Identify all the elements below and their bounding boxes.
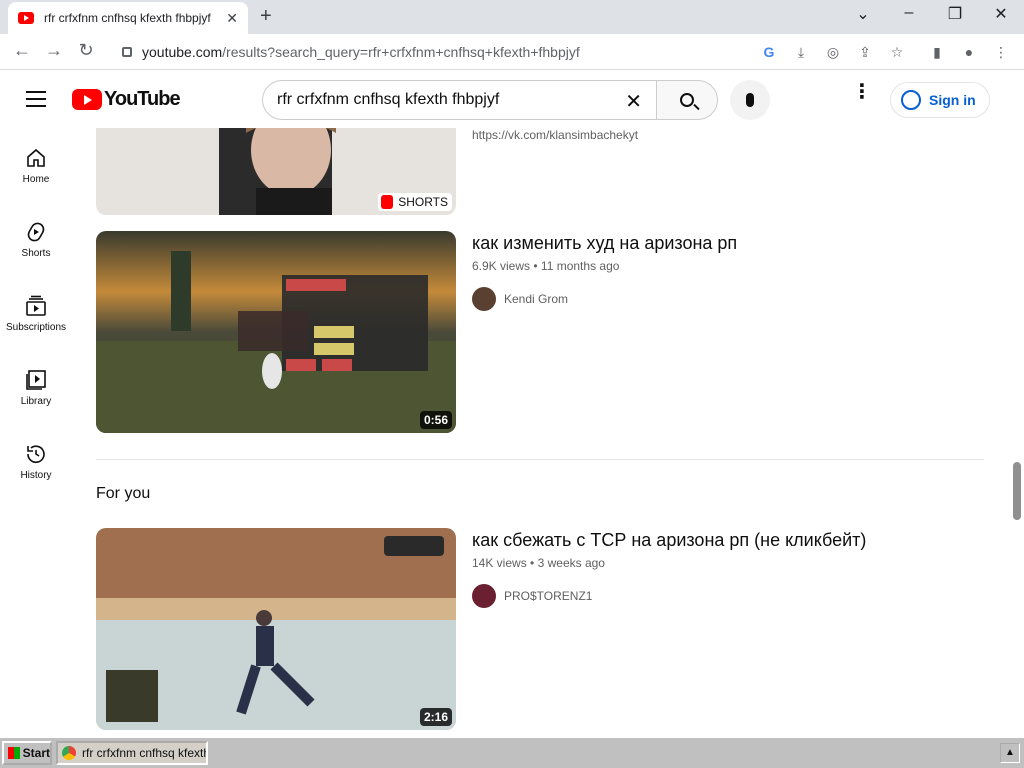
bookmark-star-icon[interactable]: ☆ bbox=[888, 43, 906, 61]
video-thumbnail-image bbox=[96, 231, 456, 433]
chrome-icon bbox=[62, 746, 76, 760]
windows-logo-icon bbox=[8, 747, 20, 759]
mini-guide-sidebar: Home Shorts Subscriptions Library Histor… bbox=[0, 128, 72, 736]
shorts-logo-icon bbox=[381, 195, 394, 209]
menu-icon[interactable] bbox=[26, 91, 46, 107]
search-results: SHORTS https://vk.com/klansimbachekyt 0:… bbox=[96, 128, 986, 736]
side-panel-icon[interactable]: ▮ bbox=[928, 43, 946, 61]
restore-icon[interactable]: ❐ bbox=[932, 4, 978, 24]
tray-arrow-icon[interactable]: ▲ bbox=[1000, 743, 1020, 763]
sidebar-item-label: Shorts bbox=[21, 248, 51, 259]
browser-toolbar: ← → ↻ youtube.com/results?search_query=r… bbox=[0, 34, 1024, 70]
channel-link[interactable]: Kendi Grom bbox=[472, 287, 568, 311]
browser-tab[interactable]: rfr crfxfnm cnfhsq kfexth fhbpjyf ✕ bbox=[8, 2, 248, 34]
shorts-icon bbox=[27, 222, 45, 242]
browser-titlebar: rfr crfxfnm cnfhsq kfexth fhbpjyf ✕ + ⌄ … bbox=[0, 0, 1024, 34]
video-age: 11 months ago bbox=[540, 259, 620, 273]
video-age: 3 weeks ago bbox=[537, 556, 605, 570]
sidebar-item-history[interactable]: History bbox=[0, 424, 72, 498]
video-thumbnail[interactable]: 0:56 bbox=[96, 231, 456, 433]
video-views: 6.9K views bbox=[472, 259, 531, 273]
channel-avatar bbox=[472, 287, 496, 311]
home-icon bbox=[27, 148, 45, 167]
search-icon bbox=[680, 93, 694, 107]
taskbar-window-chrome[interactable]: rfr crfxfnm cnfhsq kfexth... bbox=[56, 741, 208, 765]
reload-icon[interactable]: ↻ bbox=[74, 40, 98, 61]
google-icon[interactable]: G bbox=[760, 43, 778, 61]
taskbar-window-label: rfr crfxfnm cnfhsq kfexth... bbox=[82, 746, 208, 760]
video-duration: 0:56 bbox=[419, 411, 452, 429]
youtube-logo-icon bbox=[72, 89, 102, 110]
sidebar-item-home[interactable]: Home bbox=[0, 128, 72, 202]
close-window-icon[interactable]: ✕ bbox=[978, 4, 1024, 24]
sign-in-button[interactable]: Sign in bbox=[890, 82, 990, 118]
youtube-favicon-icon bbox=[18, 12, 34, 24]
share-icon[interactable]: ⇪ bbox=[856, 43, 874, 61]
url-path: /results?search_query=rfr+crfxfnm+cnfhsq… bbox=[222, 44, 580, 60]
youtube-logo[interactable]: YouTube bbox=[72, 88, 181, 111]
sidebar-item-subscriptions[interactable]: Subscriptions bbox=[0, 276, 72, 350]
tab-close-icon[interactable]: ✕ bbox=[226, 10, 238, 27]
shorts-badge: SHORTS bbox=[378, 193, 452, 211]
profile-icon[interactable]: ● bbox=[960, 43, 978, 61]
sidebar-item-label: Subscriptions bbox=[5, 322, 67, 333]
url-host: youtube.com bbox=[142, 44, 223, 60]
sidebar-item-label: History bbox=[20, 470, 52, 481]
video-thumbnail[interactable]: 2:16 bbox=[96, 528, 456, 730]
video-meta: 6.9K views • 11 months ago bbox=[472, 259, 619, 273]
settings-menu-icon[interactable]: ⋮ bbox=[852, 82, 872, 102]
video-views: 14K views bbox=[472, 556, 527, 570]
video-thumbnail-shorts[interactable]: SHORTS bbox=[96, 128, 456, 215]
video-title-link[interactable]: как изменить худ на аризона рп bbox=[472, 233, 737, 254]
back-icon[interactable]: ← bbox=[10, 40, 34, 61]
voice-search-button[interactable] bbox=[730, 80, 770, 120]
shorts-badge-label: SHORTS bbox=[398, 195, 448, 209]
channel-name: Kendi Grom bbox=[504, 292, 569, 306]
sidebar-item-library[interactable]: Library bbox=[0, 350, 72, 424]
video-meta: 14K views • 3 weeks ago bbox=[472, 556, 605, 570]
sidebar-item-label: Home bbox=[22, 174, 50, 185]
youtube-logo-text: YouTube bbox=[104, 88, 181, 110]
clear-search-icon[interactable]: ✕ bbox=[625, 89, 642, 114]
video-duration: 2:16 bbox=[419, 708, 452, 726]
youtube-header: YouTube ✕ ⋮ Sign in bbox=[0, 70, 1024, 128]
channel-link[interactable]: PRO$TORENZ1 bbox=[472, 584, 592, 608]
subscriptions-icon bbox=[26, 295, 46, 316]
microphone-icon bbox=[746, 93, 754, 107]
address-bar[interactable]: youtube.com/results?search_query=rfr+crf… bbox=[112, 38, 732, 66]
channel-name: PRO$TORENZ1 bbox=[504, 589, 593, 603]
sidebar-item-shorts[interactable]: Shorts bbox=[0, 202, 72, 276]
os-taskbar: Start rfr crfxfnm cnfhsq kfexth... ▲ bbox=[0, 736, 1024, 768]
account-icon bbox=[901, 90, 921, 110]
search-button[interactable] bbox=[656, 80, 718, 120]
start-button[interactable]: Start bbox=[2, 741, 52, 765]
channel-avatar bbox=[472, 584, 496, 608]
section-divider bbox=[96, 459, 984, 460]
start-label: Start bbox=[22, 746, 50, 760]
page-scrollbar[interactable] bbox=[1010, 128, 1024, 736]
scrollbar-thumb[interactable] bbox=[1013, 462, 1021, 520]
tab-title: rfr crfxfnm cnfhsq kfexth fhbpjyf bbox=[44, 11, 211, 25]
minimize-icon[interactable]: – bbox=[886, 4, 932, 22]
browser-menu-icon[interactable]: ⋮ bbox=[992, 43, 1010, 61]
search-box: ✕ bbox=[262, 80, 656, 120]
tab-search-chevron-icon[interactable]: ⌄ bbox=[840, 4, 886, 24]
library-icon bbox=[26, 370, 46, 390]
video-thumbnail-image bbox=[96, 528, 456, 730]
video-description-snippet: https://vk.com/klansimbachekyt bbox=[472, 128, 639, 142]
video-title-link[interactable]: как сбежать с ТСР на аризона рп (не клик… bbox=[472, 530, 866, 551]
history-icon bbox=[27, 445, 45, 464]
tracking-blocked-icon[interactable]: ◎ bbox=[824, 43, 842, 61]
meta-separator: • bbox=[533, 259, 538, 273]
forward-icon[interactable]: → bbox=[42, 40, 66, 61]
sidebar-item-label: Library bbox=[20, 396, 52, 407]
sign-in-label: Sign in bbox=[929, 92, 976, 108]
lock-icon bbox=[122, 47, 132, 57]
new-tab-icon[interactable]: + bbox=[260, 5, 272, 28]
search-input[interactable] bbox=[277, 91, 617, 109]
install-icon[interactable]: ⤓ bbox=[792, 43, 810, 61]
meta-separator: • bbox=[530, 556, 535, 570]
section-title: For you bbox=[96, 485, 151, 502]
